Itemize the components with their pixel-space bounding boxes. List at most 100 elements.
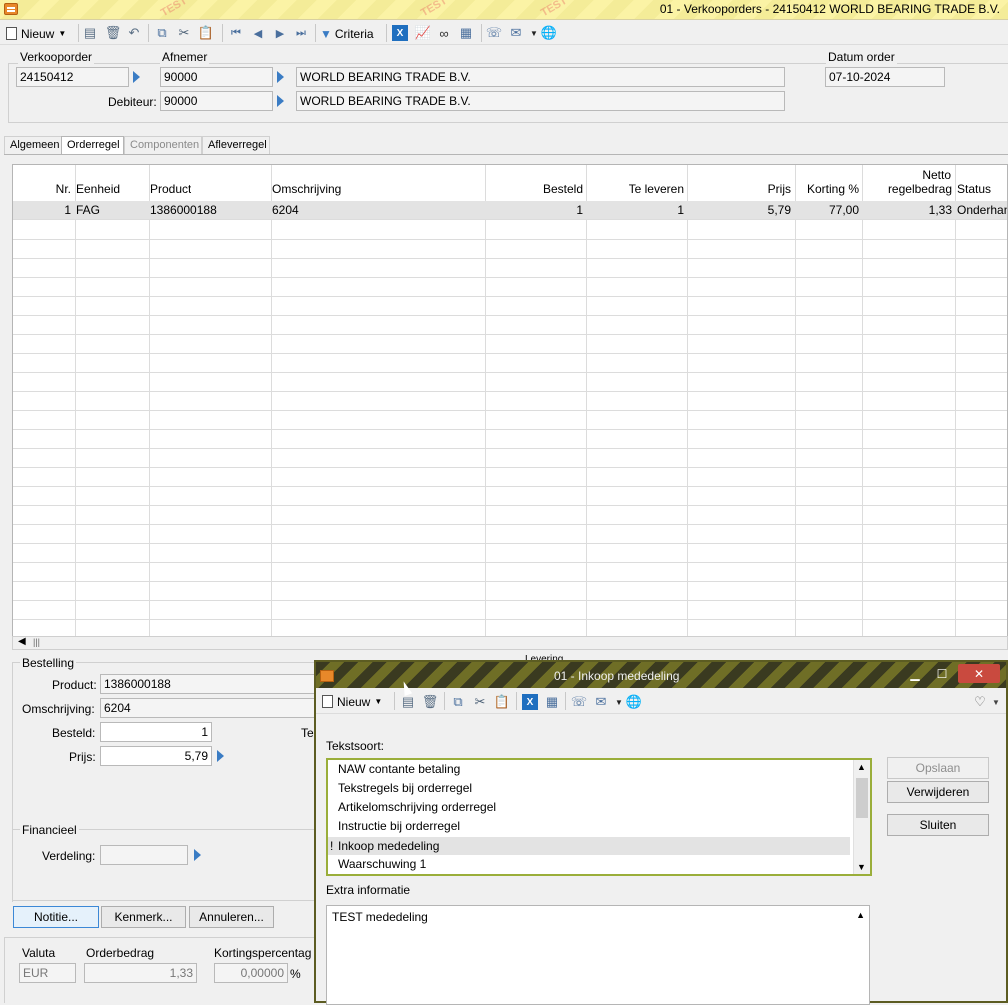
col-header-product[interactable]: Product xyxy=(150,182,191,196)
delete-icon[interactable]: 🗑 xyxy=(105,25,122,41)
excel-icon[interactable]: X xyxy=(392,25,408,41)
valuta-field[interactable]: EUR xyxy=(19,963,76,983)
extra-informatie-textarea[interactable]: TEST mededeling ▲ xyxy=(326,905,870,1005)
phone-icon[interactable]: ☏ xyxy=(571,694,587,710)
save-icon[interactable]: ▤ xyxy=(400,694,416,710)
table-row-empty[interactable] xyxy=(13,392,1007,411)
table-row-empty[interactable] xyxy=(13,544,1007,563)
cut-icon[interactable]: ✂ xyxy=(472,694,488,710)
orderregel-grid[interactable]: Nr. Eenheid Product Omschrijving Besteld… xyxy=(12,164,1008,637)
chevron-down-icon[interactable]: ▼ xyxy=(526,25,542,41)
sluiten-button[interactable]: Sluiten xyxy=(887,814,989,836)
table-row-empty[interactable] xyxy=(13,373,1007,392)
opslaan-button[interactable]: Opslaan xyxy=(887,757,989,779)
heart-icon[interactable]: ♡ xyxy=(972,694,988,710)
list-item[interactable]: Tekstregels bij orderregel xyxy=(338,779,472,798)
list-item-selected[interactable]: ! Inkoop mededeling xyxy=(328,837,850,855)
table-row[interactable]: 1 FAG 1386000188 6204 1 1 5,79 77,00 1,3… xyxy=(13,201,1007,220)
table-row-empty[interactable] xyxy=(13,259,1007,278)
kenmerk-button[interactable]: Kenmerk... xyxy=(101,906,186,928)
copy-icon[interactable]: ⧉ xyxy=(450,694,466,710)
scroll-thumb[interactable] xyxy=(856,778,868,818)
chevron-down-icon[interactable]: ▼ xyxy=(611,694,627,710)
table-row-empty[interactable] xyxy=(13,354,1007,373)
lookup-arrow-icon[interactable] xyxy=(194,849,201,861)
col-header-besteld[interactable]: Besteld xyxy=(543,182,583,196)
table-row-empty[interactable] xyxy=(13,430,1007,449)
close-button[interactable]: ✕ xyxy=(958,664,1000,683)
list-item[interactable]: Artikelomschrijving orderregel xyxy=(338,798,496,817)
mail-icon[interactable]: ✉ xyxy=(508,25,524,41)
table-row-empty[interactable] xyxy=(13,582,1007,601)
table-row-empty[interactable] xyxy=(13,620,1007,636)
globe-icon[interactable]: 🌐 xyxy=(541,25,557,41)
col-header-eenheid[interactable]: Eenheid xyxy=(76,182,120,196)
table-icon[interactable]: ▦ xyxy=(544,694,560,710)
first-icon[interactable]: ⏮ xyxy=(228,25,244,41)
table-row-empty[interactable] xyxy=(13,240,1007,259)
table-row-empty[interactable] xyxy=(13,487,1007,506)
phone-icon[interactable]: ☏ xyxy=(486,25,502,41)
table-row-empty[interactable] xyxy=(13,468,1007,487)
verkooporder-field[interactable]: 24150412 xyxy=(16,67,129,87)
tab-componenten[interactable]: Componenten xyxy=(124,136,202,154)
col-header-netto[interactable]: Netto xyxy=(922,168,951,182)
chevron-down-icon[interactable]: ▼ xyxy=(988,694,1004,710)
table-row-empty[interactable] xyxy=(13,449,1007,468)
list-item[interactable]: Instructie bij orderregel xyxy=(338,817,460,836)
table-row-empty[interactable] xyxy=(13,278,1007,297)
prijs-field[interactable]: 5,79 xyxy=(100,746,212,766)
list-item[interactable]: Waarschuwing 1 xyxy=(338,855,426,874)
paste-icon[interactable]: 📋 xyxy=(198,25,214,41)
col-header-prijs[interactable]: Prijs xyxy=(768,182,791,196)
maximize-button[interactable]: ☐ xyxy=(929,664,955,683)
table-row-empty[interactable] xyxy=(13,563,1007,582)
dialog-new-button[interactable]: Nieuw ▼ xyxy=(322,693,382,710)
prev-icon[interactable]: ◀ xyxy=(250,25,266,41)
afnemer-code-field[interactable]: 90000 xyxy=(160,67,273,87)
table-row-empty[interactable] xyxy=(13,525,1007,544)
lookup-arrow-icon[interactable] xyxy=(217,750,224,762)
binoculars-icon[interactable]: ∞ xyxy=(436,25,452,41)
copy-icon[interactable]: ⧉ xyxy=(154,25,170,41)
verdeling-field[interactable] xyxy=(100,845,188,865)
col-header-regelbedrag[interactable]: regelbedrag xyxy=(888,182,952,196)
datum-order-field[interactable]: 07-10-2024 xyxy=(825,67,945,87)
minimize-button[interactable]: ▁ xyxy=(902,664,928,683)
dialog-titlebar[interactable]: 01 - Inkoop mededeling ▁ ☐ ✕ xyxy=(316,662,1006,688)
scroll-thumb[interactable]: ||| xyxy=(33,637,40,647)
table-row-empty[interactable] xyxy=(13,601,1007,620)
tab-orderregel[interactable]: Orderregel xyxy=(61,136,124,155)
chart-icon[interactable]: 📈 xyxy=(415,25,431,41)
criteria-button[interactable]: ▼ Criteria xyxy=(320,25,374,42)
excel-icon[interactable]: X xyxy=(522,694,538,710)
omschrijving-field[interactable]: 6204 xyxy=(100,698,316,718)
mail-icon[interactable]: ✉ xyxy=(593,694,609,710)
product-field[interactable]: 1386000188 xyxy=(100,674,316,694)
besteld-field[interactable]: 1 xyxy=(100,722,212,742)
tab-afleverregel[interactable]: Afleverregel xyxy=(202,136,270,154)
paste-icon[interactable]: 📋 xyxy=(494,694,510,710)
table-row-empty[interactable] xyxy=(13,506,1007,525)
debiteur-name-field[interactable]: WORLD BEARING TRADE B.V. xyxy=(296,91,785,111)
tab-algemeen[interactable]: Algemeen xyxy=(4,136,62,154)
delete-icon[interactable]: 🗑 xyxy=(422,694,439,710)
verwijderen-button[interactable]: Verwijderen xyxy=(887,781,989,803)
globe-icon[interactable]: 🌐 xyxy=(626,694,642,710)
last-icon[interactable]: ⏭ xyxy=(293,25,309,41)
scroll-down-icon[interactable]: ▼ xyxy=(857,862,866,872)
annuleren-button[interactable]: Annuleren... xyxy=(189,906,274,928)
list-vertical-scrollbar[interactable]: ▲ ▼ xyxy=(853,760,870,874)
scroll-up-icon[interactable]: ▲ xyxy=(856,910,865,920)
col-header-omschrijving[interactable]: Omschrijving xyxy=(272,182,341,196)
scroll-left-icon[interactable]: ◀ xyxy=(18,636,26,647)
kortingspercentage-field[interactable]: 0,00000 xyxy=(214,963,288,983)
scroll-up-icon[interactable]: ▲ xyxy=(857,762,866,772)
lookup-arrow-icon[interactable] xyxy=(133,71,140,83)
cut-icon[interactable]: ✂ xyxy=(176,25,192,41)
col-header-te-leveren[interactable]: Te leveren xyxy=(629,182,684,196)
grid-horizontal-scrollbar[interactable]: ◀ ||| xyxy=(12,636,1008,650)
col-header-nr[interactable]: Nr. xyxy=(56,182,71,196)
next-icon[interactable]: ▶ xyxy=(272,25,288,41)
table-row-empty[interactable] xyxy=(13,335,1007,354)
